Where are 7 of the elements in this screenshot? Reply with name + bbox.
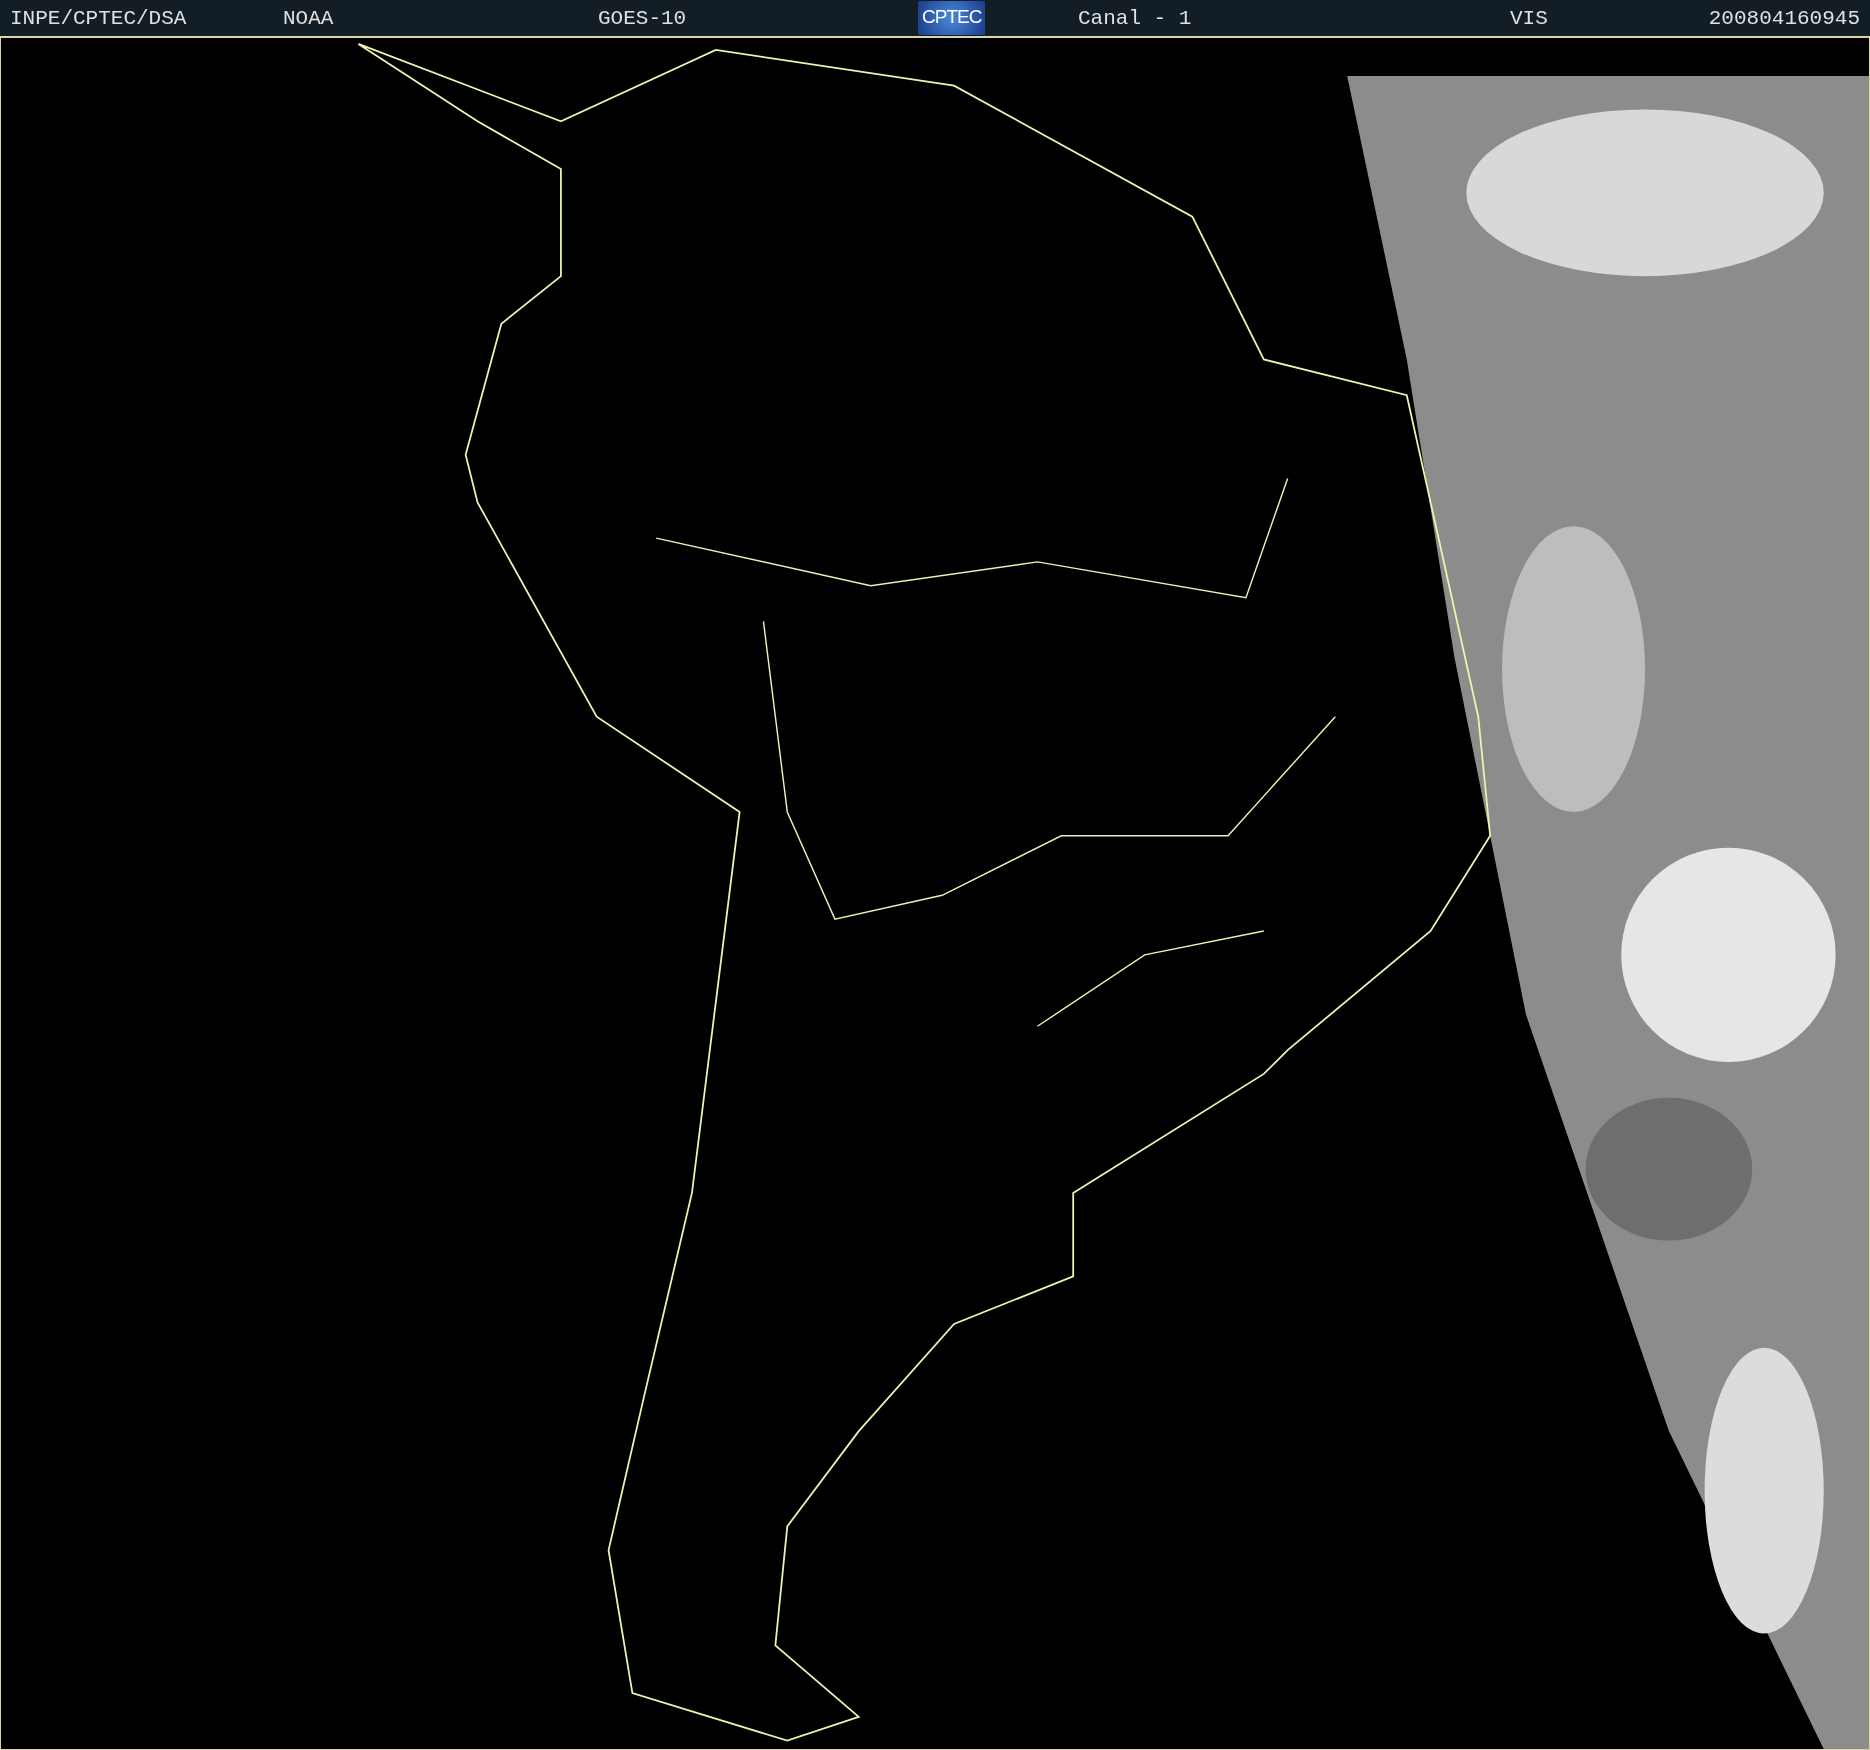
header-label: INPE/CPTEC/DSA	[10, 6, 187, 30]
header-label: 200804160945	[1708, 6, 1860, 30]
header-label: VIS	[1510, 6, 1548, 30]
header-label: Canal - 1	[1078, 6, 1192, 30]
header-label: GOES-10	[598, 6, 687, 30]
header-label: NOAA	[283, 6, 334, 30]
logo: CPTEC	[918, 1, 986, 35]
